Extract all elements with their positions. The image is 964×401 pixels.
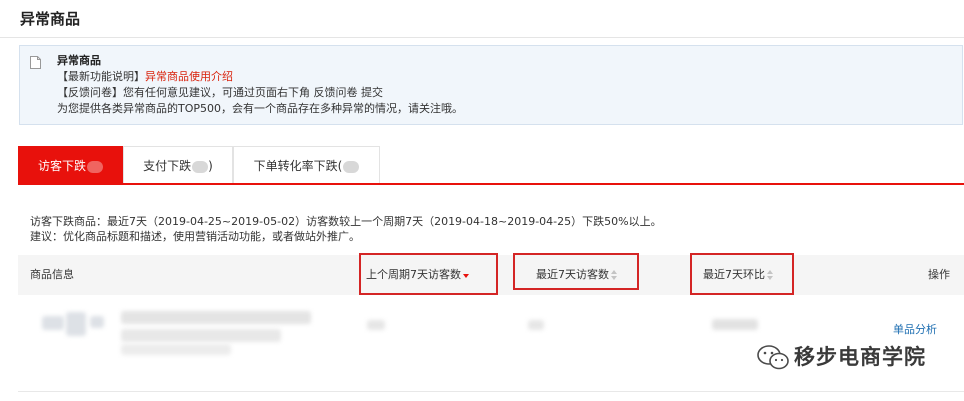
notice-line-feedback: 【反馈问卷】您有任何意见建议，可通过页面右下角 反馈问卷 提交	[57, 86, 383, 99]
highlight-box-prev-visitors	[359, 253, 498, 295]
summary-line-range: 访客下跌商品：最近7天（2019-04-25~2019-05-02）访客数较上一…	[30, 215, 662, 228]
value-blur	[367, 320, 385, 330]
tab-visitor-drop-count-blur	[87, 160, 103, 173]
notice-panel: 异常商品 【最新功能说明】异常商品使用介绍 【反馈问卷】您有任何意见建议，可通过…	[19, 45, 963, 125]
document-icon	[30, 56, 41, 69]
value-blur	[528, 320, 544, 330]
product-title-blur	[121, 344, 231, 355]
tab-visitor-drop[interactable]: 访客下跌	[18, 146, 123, 184]
tab-visitor-drop-label: 访客下跌	[37, 159, 86, 173]
notice-text: 异常商品 【最新功能说明】异常商品使用介绍 【反馈问卷】您有任何意见建议，可通过…	[57, 53, 463, 117]
summary-text: 访客下跌商品：最近7天（2019-04-25~2019-05-02）访客数较上一…	[30, 214, 662, 244]
notice-line-description: 为您提供各类异常商品的TOP500，会有一个商品存在多种异常的情况，请关注哦。	[57, 102, 464, 115]
highlight-box-recent-visitors	[513, 253, 639, 290]
column-action: 操作	[928, 268, 950, 281]
title-divider	[0, 37, 964, 38]
product-image-blur	[66, 312, 86, 336]
notice-line-feature: 【最新功能说明】异常商品使用介绍	[57, 69, 463, 85]
row-divider	[18, 391, 964, 392]
product-title-blur	[121, 311, 311, 324]
column-product-info: 商品信息	[30, 268, 74, 281]
tab-payment-drop-label: 支付下跌	[143, 159, 192, 173]
value-blur	[712, 319, 758, 330]
tab-order-conversion-drop-label: 下单转化率下跌(	[253, 159, 343, 173]
tab-payment-drop-count-blur	[192, 160, 209, 173]
single-product-analysis-link[interactable]: 单品分析	[893, 321, 937, 337]
summary-line-advice: 建议：优化商品标题和描述，使用营销活动功能，或者做站外推广。	[30, 230, 360, 243]
tab-underline	[18, 183, 964, 185]
notice-feature-link[interactable]: 异常商品使用介绍	[145, 70, 233, 83]
product-image-blur	[42, 316, 64, 330]
tab-order-conversion-count-blur	[343, 160, 360, 173]
notice-feature-prefix: 【最新功能说明】	[57, 70, 145, 83]
tab-payment-drop[interactable]: 支付下跌)	[123, 146, 233, 184]
wechat-logo-icon	[757, 345, 789, 370]
tab-order-conversion-drop[interactable]: 下单转化率下跌(	[233, 146, 380, 184]
highlight-box-recent-ratio	[690, 253, 794, 295]
watermark-text: 移步电商学院	[794, 345, 926, 369]
tab-payment-drop-suffix: )	[208, 159, 213, 173]
product-title-blur	[121, 329, 281, 342]
product-image-blur	[90, 316, 104, 328]
notice-title: 异常商品	[57, 54, 101, 67]
page-title: 异常商品	[20, 10, 81, 28]
